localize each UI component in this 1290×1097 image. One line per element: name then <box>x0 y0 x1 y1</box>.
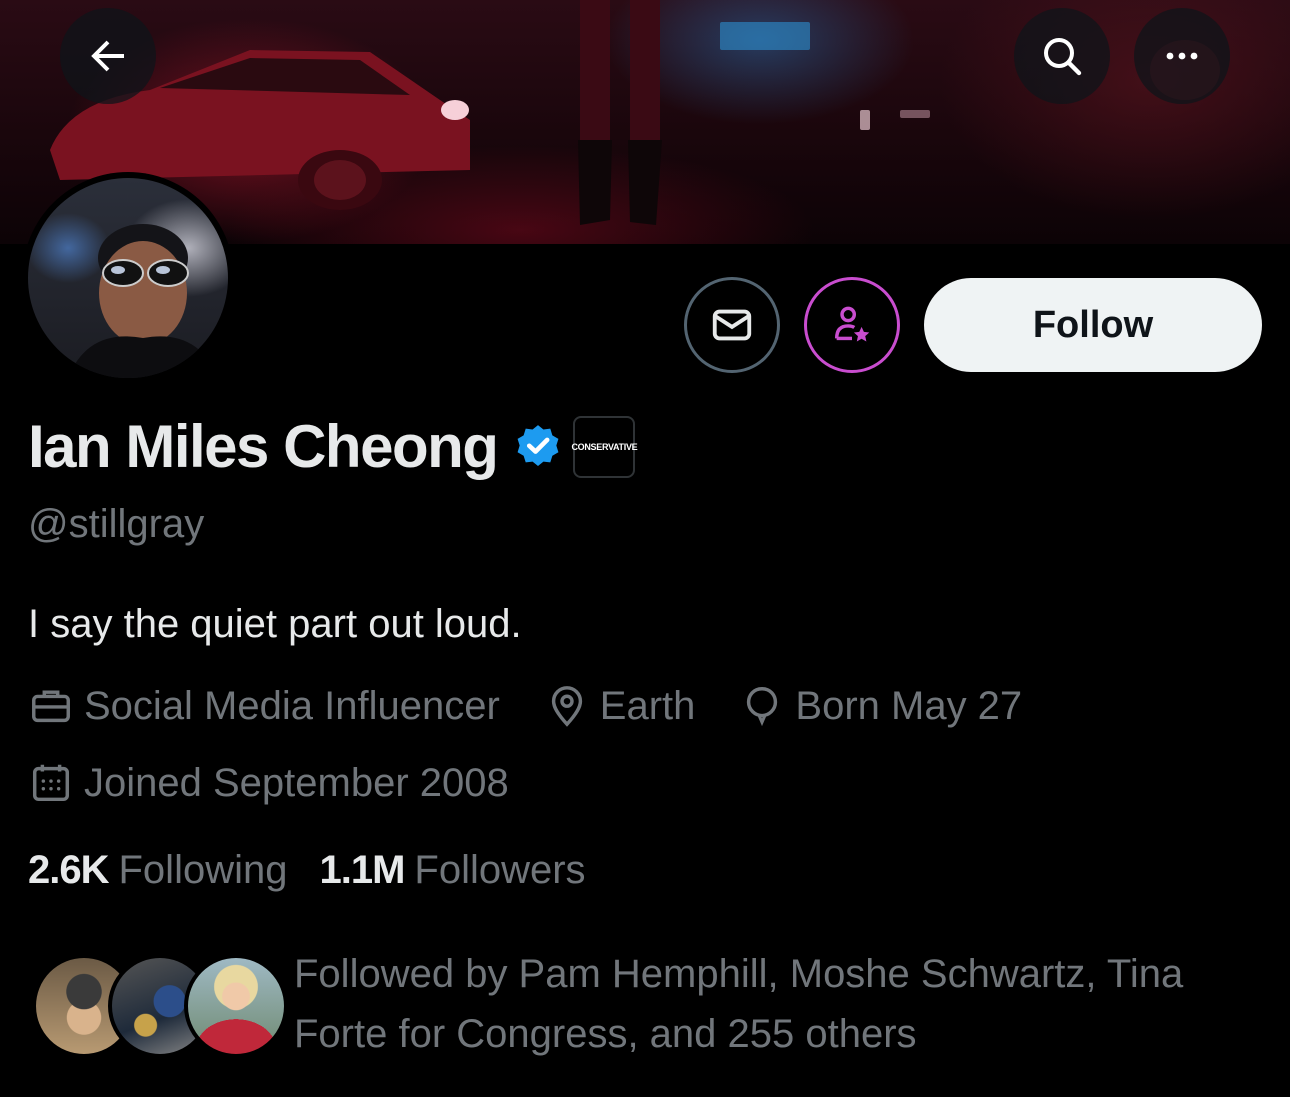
affiliation-badge-label: CONSERVATIVE <box>571 441 638 452</box>
profile-handle: @stillgray <box>28 502 205 546</box>
followers-link[interactable]: 1.1M Followers <box>319 848 585 893</box>
mutual-followers-avatars[interactable] <box>32 954 288 1058</box>
joined-item: Joined September 2008 <box>28 760 509 806</box>
envelope-icon <box>712 309 752 341</box>
verified-badge-icon[interactable] <box>513 422 563 472</box>
more-horizontal-icon <box>1166 52 1198 60</box>
back-button[interactable] <box>60 8 156 104</box>
profile-name: Ian Miles Cheong <box>28 413 499 480</box>
profile-bio: I say the quiet part out loud. <box>28 602 522 646</box>
location-text: Earth <box>599 683 696 728</box>
mutual-follower-avatar <box>184 954 288 1058</box>
follow-stats: 2.6K Following 1.1M Followers <box>28 848 618 893</box>
following-label: Following <box>118 848 288 892</box>
profile-meta: Social Media Influencer Earth Born May 2… <box>28 683 1066 729</box>
balloon-icon <box>747 687 778 727</box>
joined-row: Joined September 2008 <box>28 760 553 806</box>
avatar-photo <box>28 178 228 378</box>
name-row: Ian Miles Cheong CONSERVATIVE <box>28 412 638 481</box>
following-link[interactable]: 2.6K Following <box>28 848 287 893</box>
calendar-icon <box>32 764 70 802</box>
arrow-left-icon <box>91 40 124 72</box>
follow-button[interactable]: Follow <box>924 278 1262 372</box>
birthday-text: Born May 27 <box>795 683 1023 728</box>
followers-label: Followers <box>414 848 586 892</box>
briefcase-icon <box>32 690 70 723</box>
affiliation-badge[interactable]: CONSERVATIVE <box>571 415 638 478</box>
followed-by-text[interactable]: Followed by Pam Hemphill, Moshe Schwartz… <box>294 944 1264 1064</box>
profession-text: Social Media Influencer <box>84 683 500 728</box>
following-count: 2.6K <box>28 848 109 892</box>
followers-count: 1.1M <box>319 848 405 892</box>
joined-text: Joined September 2008 <box>84 760 509 805</box>
search-button[interactable] <box>1014 8 1110 104</box>
banner-figure <box>578 0 662 225</box>
more-button[interactable] <box>1134 8 1230 104</box>
birthday-item: Born May 27 <box>739 683 1022 729</box>
search-icon <box>1044 38 1082 76</box>
location-pin-icon <box>551 686 582 727</box>
location-item: Earth <box>544 683 696 729</box>
person-star-icon <box>834 306 870 342</box>
profession-item: Social Media Influencer <box>28 683 500 729</box>
subscribe-button[interactable] <box>804 277 900 373</box>
profile-avatar[interactable] <box>22 172 234 384</box>
message-button[interactable] <box>684 277 780 373</box>
